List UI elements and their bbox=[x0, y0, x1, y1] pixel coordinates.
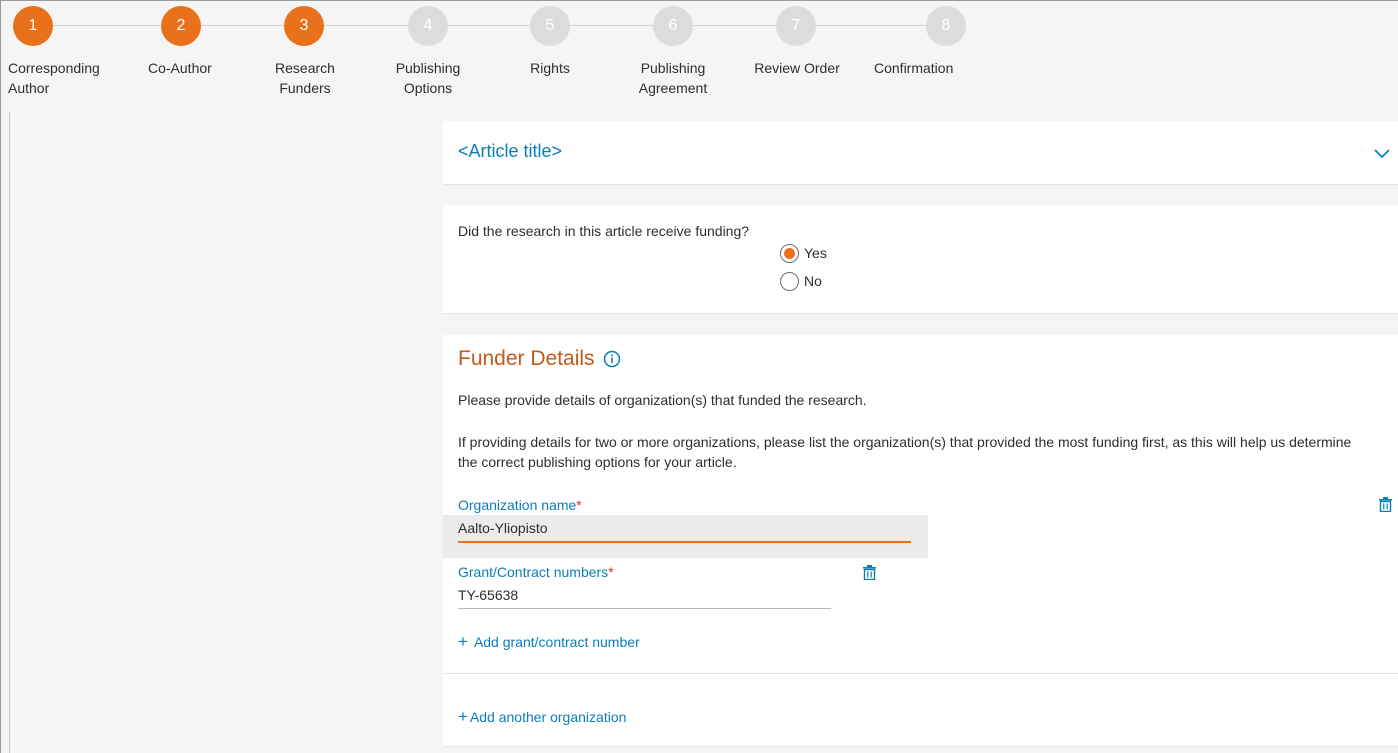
delete-organization-trash-icon[interactable] bbox=[1379, 497, 1392, 512]
step-number: 4 bbox=[408, 6, 448, 46]
funder-details-heading: Funder Details bbox=[458, 347, 621, 371]
grant-numbers-label-text: Grant/Contract numbers bbox=[458, 564, 609, 580]
section-divider bbox=[443, 673, 1398, 674]
organization-name-label: Organization name* bbox=[458, 497, 582, 513]
delete-grant-trash-icon[interactable] bbox=[863, 565, 876, 580]
radio-yes[interactable]: Yes bbox=[780, 242, 827, 264]
required-mark: * bbox=[576, 497, 582, 513]
left-rule bbox=[9, 112, 10, 753]
add-another-organization-label[interactable]: Add another organization bbox=[470, 709, 626, 725]
organization-name-label-text: Organization name bbox=[458, 497, 577, 513]
info-icon[interactable] bbox=[603, 350, 621, 368]
chevron-down-icon[interactable] bbox=[1372, 143, 1392, 163]
step-number: 1 bbox=[13, 6, 53, 46]
add-another-organization-link[interactable]: + Add another organization bbox=[458, 707, 626, 726]
funder-instruction: If providing details for two or more org… bbox=[458, 434, 1352, 470]
add-grant-number-label[interactable]: Add grant/contract number bbox=[474, 634, 640, 650]
plus-icon: + bbox=[458, 632, 468, 651]
funder-details-title: Funder Details bbox=[458, 347, 595, 370]
required-mark: * bbox=[608, 564, 614, 580]
radio-yes-button[interactable] bbox=[780, 243, 799, 263]
article-title[interactable]: <Article title> bbox=[458, 141, 562, 162]
step-number: 5 bbox=[530, 6, 570, 46]
article-title-panel[interactable]: <Article title> bbox=[443, 121, 1398, 185]
radio-no-label[interactable]: No bbox=[804, 273, 822, 289]
funder-intro: Please provide details of organization(s… bbox=[458, 392, 867, 408]
funder-details-panel: Funder Details Please provide details of… bbox=[443, 335, 1398, 747]
step-label: Publishing Options bbox=[395, 60, 461, 96]
radio-no[interactable]: No bbox=[780, 270, 822, 292]
grant-numbers-label: Grant/Contract numbers* bbox=[458, 564, 614, 580]
progress-stepper: 1 Corresponding Author 2 Co-Author 3 Res… bbox=[0, 0, 1000, 110]
step-label: Review Order bbox=[754, 60, 840, 76]
step-label: Corresponding Author bbox=[8, 60, 100, 96]
plus-icon: + bbox=[458, 707, 468, 726]
step-number: 6 bbox=[653, 6, 693, 46]
step-label: Confirmation bbox=[874, 60, 954, 76]
organization-name-input[interactable] bbox=[458, 515, 911, 543]
step-number: 3 bbox=[284, 6, 324, 46]
step-label: Publishing Agreement bbox=[638, 60, 708, 96]
step-number: 2 bbox=[161, 6, 201, 46]
add-grant-number-link[interactable]: + Add grant/contract number bbox=[458, 632, 640, 651]
step-label: Research Funders bbox=[275, 60, 335, 96]
radio-yes-label[interactable]: Yes bbox=[804, 245, 827, 261]
step-number: 7 bbox=[776, 6, 816, 46]
funding-question-panel: Did the research in this article receive… bbox=[443, 205, 1398, 314]
step-label: Rights bbox=[530, 60, 570, 76]
funding-question: Did the research in this article receive… bbox=[458, 223, 750, 239]
step-label: Co-Author bbox=[148, 60, 212, 76]
step-number: 8 bbox=[926, 6, 966, 46]
grant-number-input[interactable] bbox=[458, 581, 831, 609]
radio-no-button[interactable] bbox=[780, 271, 799, 291]
